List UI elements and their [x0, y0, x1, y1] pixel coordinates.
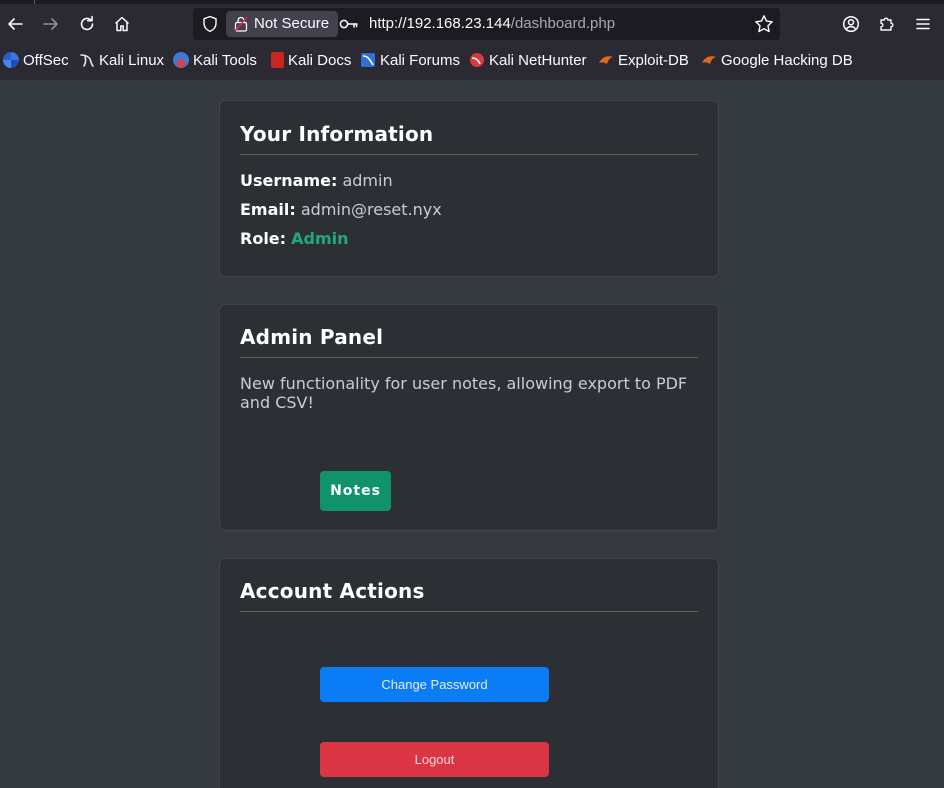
- email-value: admin@reset.nyx: [300, 200, 442, 219]
- nethunter-icon: [470, 53, 484, 67]
- extensions-button[interactable]: [873, 10, 901, 38]
- bookmark-label: Kali Forums: [380, 51, 461, 69]
- email-row: Email: admin@reset.nyx: [240, 200, 442, 219]
- url-host: http://192.168.23.144: [369, 15, 511, 32]
- back-button[interactable]: [1, 10, 29, 38]
- card-title: Admin Panel: [240, 325, 384, 349]
- bookmark-kali-nethunter[interactable]: Kali NetHunter: [469, 48, 587, 72]
- logout-button[interactable]: Logout: [320, 742, 549, 777]
- home-button[interactable]: [108, 10, 136, 38]
- forward-button[interactable]: [37, 10, 65, 38]
- reload-icon: [80, 15, 94, 31]
- title-divider: [240, 357, 698, 358]
- username-value: admin: [342, 171, 393, 190]
- tracking-protection-shield-icon[interactable]: [201, 15, 219, 33]
- role-value: Admin: [291, 229, 349, 248]
- url-text[interactable]: http://192.168.23.144/dashboard.php: [369, 8, 615, 40]
- bookmark-kali-tools[interactable]: Kali Tools: [173, 48, 257, 72]
- home-icon: [114, 16, 130, 32]
- bookmark-offsec[interactable]: OffSec: [3, 48, 69, 72]
- offsec-icon: [3, 52, 19, 68]
- insecure-lock-icon: [234, 16, 248, 32]
- bookmark-label: Google Hacking DB: [721, 51, 853, 69]
- admin-panel-card: Admin Panel New functionality for user n…: [219, 304, 719, 531]
- bookmark-exploit-db[interactable]: Exploit-DB: [598, 48, 689, 72]
- not-secure-label: Not Secure: [254, 15, 330, 32]
- reload-button[interactable]: [73, 10, 101, 38]
- bookmark-label: Kali Tools: [193, 51, 257, 69]
- bookmark-label: Exploit-DB: [618, 51, 689, 69]
- account-icon: [842, 15, 860, 33]
- hamburger-menu-icon: [916, 18, 930, 30]
- role-label: Role:: [240, 229, 287, 248]
- forward-arrow-icon: [43, 18, 58, 30]
- bookmark-label: Kali Docs: [288, 51, 352, 69]
- bookmark-star-icon[interactable]: [754, 14, 774, 34]
- role-row: Role: Admin: [240, 229, 349, 248]
- email-label: Email:: [240, 200, 296, 219]
- title-divider: [240, 154, 698, 155]
- not-secure-indicator[interactable]: Not Secure: [226, 11, 339, 37]
- bookmark-google-hacking-db[interactable]: Google Hacking DB: [701, 48, 853, 72]
- browser-toolbar: Not Secure http://192.168.23.144/dashboa…: [0, 0, 944, 80]
- card-title: Account Actions: [240, 579, 425, 603]
- kali-forums-icon: [361, 53, 375, 67]
- back-arrow-icon: [8, 18, 23, 30]
- kali-dragon-icon: [80, 54, 94, 67]
- card-title: Your Information: [240, 122, 434, 146]
- app-menu-button[interactable]: [909, 10, 937, 38]
- ghdb-icon: [702, 56, 716, 64]
- bookmark-kali-linux[interactable]: Kali Linux: [79, 48, 164, 72]
- username-row: Username: admin: [240, 171, 393, 190]
- kali-docs-icon: [271, 52, 284, 68]
- bookmarks-toolbar: OffSec Kali Linux Kali Tools Kali Docs K…: [0, 48, 944, 72]
- tab-strip: [0, 0, 944, 4]
- notes-button[interactable]: Notes: [320, 471, 391, 511]
- bookmark-kali-forums[interactable]: Kali Forums: [360, 48, 460, 72]
- exploit-db-icon: [599, 56, 613, 64]
- bookmark-label: Kali NetHunter: [489, 51, 587, 69]
- puzzle-extensions-icon: [880, 17, 894, 31]
- title-divider: [240, 611, 698, 612]
- url-path: /dashboard.php: [510, 15, 616, 32]
- your-information-card: Your Information Username: admin Email: …: [219, 100, 719, 277]
- address-bar[interactable]: Not Secure http://192.168.23.144/dashboa…: [193, 8, 780, 40]
- account-button[interactable]: [837, 10, 865, 38]
- admin-panel-description: New functionality for user notes, allowi…: [240, 374, 688, 412]
- change-password-button[interactable]: Change Password: [320, 667, 549, 702]
- account-actions-card: Account Actions Change Password Logout: [219, 558, 719, 788]
- bookmark-label: OffSec: [23, 51, 69, 69]
- username-label: Username:: [240, 171, 338, 190]
- kali-tools-icon: [173, 52, 189, 68]
- bookmark-kali-docs[interactable]: Kali Docs: [269, 48, 351, 72]
- bookmark-label: Kali Linux: [99, 51, 165, 69]
- key-icon[interactable]: [339, 17, 359, 31]
